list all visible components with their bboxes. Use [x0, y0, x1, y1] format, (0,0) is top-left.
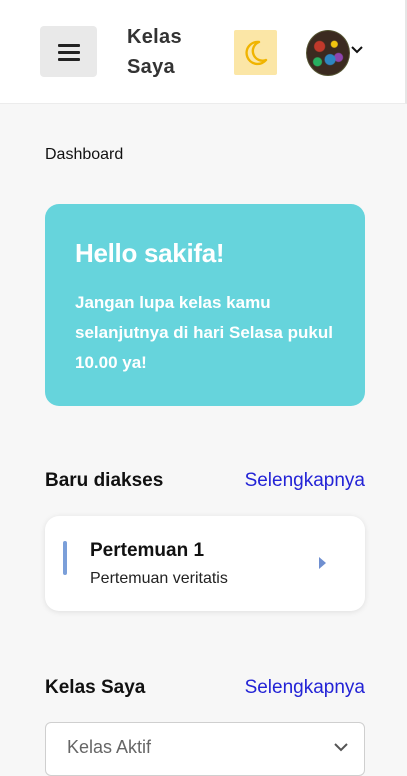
- recent-more-link[interactable]: Selengkapnya: [245, 470, 365, 492]
- classes-more-link[interactable]: Selengkapnya: [245, 677, 365, 699]
- user-avatar[interactable]: [306, 30, 350, 76]
- top-navbar: Kelas Saya: [0, 0, 407, 104]
- recent-item-card[interactable]: Pertemuan 1 Pertemuan veritatis: [45, 516, 365, 611]
- recent-item-name: Pertemuan 1: [90, 540, 205, 561]
- class-filter-select[interactable]: Kelas Aktif: [45, 722, 365, 776]
- class-filter-value: Kelas Aktif: [67, 737, 152, 757]
- welcome-message: Jangan lupa kelas kamu selanjutnya di ha…: [75, 293, 333, 372]
- theme-toggle-button[interactable]: [234, 30, 277, 75]
- welcome-title: Hello sakifa!: [75, 238, 225, 268]
- breadcrumb: Dashboard: [45, 146, 124, 163]
- moon-icon: [244, 40, 267, 65]
- welcome-card: Hello sakifa! Jangan lupa kelas kamu sel…: [45, 204, 365, 406]
- hamburger-menu-icon: [57, 43, 80, 61]
- recent-item-description: Pertemuan veritatis: [90, 570, 228, 587]
- chevron-down-icon: [334, 743, 348, 752]
- recent-section-title: Baru diakses: [45, 470, 164, 491]
- classes-section-title: Kelas Saya: [45, 677, 146, 698]
- chevron-down-icon[interactable]: [351, 45, 363, 55]
- accent-bar: [63, 541, 67, 575]
- caret-right-icon[interactable]: [318, 557, 327, 569]
- app-title: Kelas Saya: [127, 26, 182, 78]
- menu-button[interactable]: [40, 26, 97, 77]
